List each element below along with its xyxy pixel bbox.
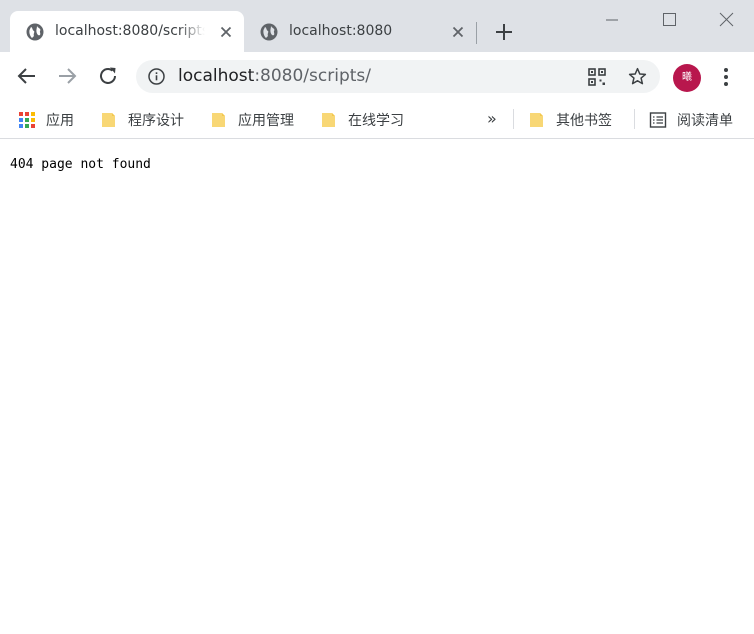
bookmark-label: 应用管理: [238, 112, 294, 129]
bookmark-folder-programming[interactable]: 程序设计: [100, 100, 184, 139]
bookmark-label: 程序设计: [128, 112, 184, 129]
address-bar[interactable]: localhost:8080/scripts/: [136, 60, 660, 93]
page-content: 404 page not found: [0, 140, 754, 634]
new-tab-icon[interactable]: [492, 20, 516, 44]
bookmark-star-icon[interactable]: [627, 66, 648, 87]
url-path: :8080/scripts/: [254, 66, 371, 86]
bookmark-folder-app-management[interactable]: 应用管理: [210, 100, 294, 139]
reload-icon[interactable]: [96, 64, 120, 88]
tab-divider: [476, 22, 477, 44]
minimize-icon[interactable]: [592, 6, 632, 34]
close-icon[interactable]: [450, 24, 466, 40]
globe-icon: [26, 23, 44, 41]
bookmarks-bar: 应用 程序设计 应用管理 在线学习 » 其他书签 阅读清单: [0, 100, 754, 139]
more-menu-icon[interactable]: [716, 66, 736, 88]
tab-strip: localhost:8080/scripts/ localhost:8080: [0, 0, 754, 52]
folder-icon: [322, 112, 335, 127]
folder-icon: [530, 112, 543, 127]
back-arrow-icon[interactable]: [15, 64, 39, 88]
tab-localhost[interactable]: localhost:8080: [244, 11, 476, 52]
bookmark-reading-list[interactable]: 阅读清单: [649, 100, 733, 139]
window-close-icon[interactable]: [706, 6, 746, 34]
url-text[interactable]: localhost:8080/scripts/: [178, 60, 371, 93]
url-host: localhost: [178, 66, 255, 86]
error-message: 404 page not found: [10, 157, 151, 172]
folder-icon: [212, 112, 225, 127]
bookmarks-overflow-button[interactable]: »: [487, 100, 497, 139]
maximize-icon[interactable]: [649, 6, 689, 34]
close-icon[interactable]: [218, 24, 234, 40]
qr-code-icon[interactable]: [587, 67, 607, 87]
bookmark-folder-online-learning[interactable]: 在线学习: [320, 100, 404, 139]
apps-grid-icon: [19, 111, 35, 128]
profile-avatar[interactable]: 曦: [673, 64, 701, 92]
browser-window: localhost:8080/scripts/ localhost:8080 l…: [0, 0, 754, 634]
tab-title: localhost:8080/scripts/: [55, 23, 205, 39]
bookmark-label: 其他书签: [556, 112, 612, 129]
bookmark-label: 应用: [46, 112, 74, 129]
toolbar: localhost:8080/scripts/ 曦: [0, 52, 754, 100]
bookmark-label: 阅读清单: [677, 112, 733, 129]
tab-scripts[interactable]: localhost:8080/scripts/: [10, 11, 244, 52]
bookmark-apps[interactable]: 应用: [18, 100, 74, 139]
info-icon[interactable]: [148, 68, 165, 85]
forward-arrow-icon[interactable]: [55, 64, 79, 88]
globe-icon: [260, 23, 278, 41]
bookmarks-divider: [634, 109, 635, 129]
bookmark-label: 在线学习: [348, 112, 404, 129]
bookmark-other-bookmarks[interactable]: 其他书签: [528, 100, 612, 139]
reading-list-icon: [649, 111, 667, 128]
bookmarks-divider: [513, 109, 514, 129]
folder-icon: [102, 112, 115, 127]
tab-title: localhost:8080: [289, 23, 393, 39]
